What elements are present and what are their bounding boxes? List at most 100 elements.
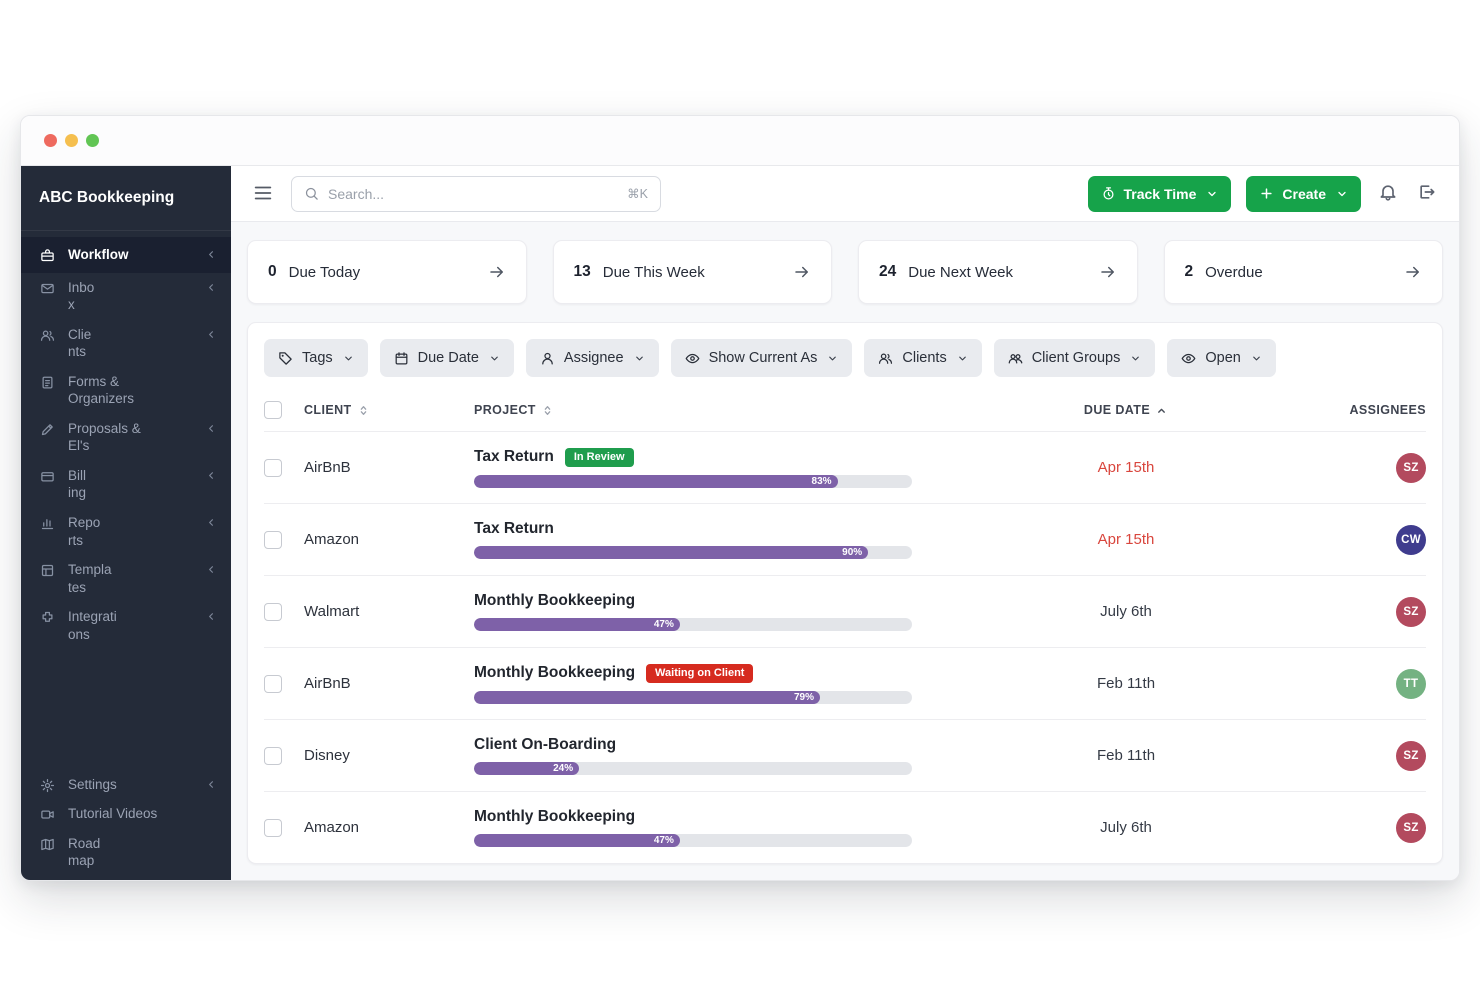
column-header-project[interactable]: PROJECT xyxy=(474,403,976,417)
project-name[interactable]: Client On-Boarding xyxy=(474,736,616,754)
assignee-avatar: SZ xyxy=(1396,741,1426,771)
mail-icon xyxy=(40,281,55,296)
filter-dropdown[interactable]: Due Date xyxy=(380,339,514,377)
sidebar-item[interactable]: Settings xyxy=(21,770,231,800)
summary-card[interactable]: 24 Due Next Week xyxy=(858,240,1138,304)
filter-dropdown[interactable]: Clients xyxy=(864,339,981,377)
search-box: ⌘K xyxy=(291,176,661,212)
filter-label: Assignee xyxy=(564,350,624,366)
table-row[interactable]: Disney Client On-Boarding 24% xyxy=(264,719,1426,791)
sort-asc-icon xyxy=(1155,404,1168,417)
maximize-window-button[interactable] xyxy=(86,134,99,147)
sidebar-item-label: Road map xyxy=(68,835,217,870)
column-header-due-date[interactable]: DUE DATE xyxy=(976,403,1276,417)
assignees-header-label: ASSIGNEES xyxy=(1349,403,1426,417)
map-icon xyxy=(40,837,55,852)
card-count: 13 xyxy=(574,263,591,281)
progress-label: 90% xyxy=(842,547,862,558)
project-header-label: PROJECT xyxy=(474,403,536,417)
status-badge: In Review xyxy=(565,448,634,467)
sidebar-item[interactable]: Tutorial Videos xyxy=(21,799,231,829)
notifications-button[interactable] xyxy=(1376,182,1400,206)
table-row[interactable]: AirBnB Tax Return In Review 83% xyxy=(264,431,1426,503)
row-checkbox[interactable] xyxy=(264,819,282,837)
track-time-label: Track Time xyxy=(1124,186,1197,202)
gear-icon xyxy=(40,778,55,793)
app-brand: ABC Bookkeeping xyxy=(21,166,231,231)
user-group-icon xyxy=(1008,351,1023,366)
topbar: ⌘K Track Time Create xyxy=(231,166,1459,222)
search-input[interactable] xyxy=(328,186,618,202)
card-count: 2 xyxy=(1185,263,1194,281)
workflow-panel: Tags Due Date xyxy=(247,322,1443,864)
menu-button[interactable] xyxy=(251,182,275,206)
column-header-client[interactable]: CLIENT xyxy=(304,403,474,417)
sidebar-item[interactable]: Repo rts xyxy=(21,508,231,555)
sidebar-item-label: Forms & Organizers xyxy=(68,373,217,408)
sidebar-item-label: Templa tes xyxy=(68,561,193,596)
summary-card[interactable]: 13 Due This Week xyxy=(553,240,833,304)
sidebar-item-label: Bill ing xyxy=(68,467,193,502)
puzzle-icon xyxy=(40,610,55,625)
summary-card[interactable]: 0 Due Today xyxy=(247,240,527,304)
filter-dropdown[interactable]: Client Groups xyxy=(994,339,1156,377)
chevron-down-icon xyxy=(827,353,838,364)
client-name: Amazon xyxy=(304,531,474,548)
table-row[interactable]: Amazon Tax Return 90% xyxy=(264,503,1426,575)
app-window: ABC Bookkeeping Workflow Inbo x xyxy=(20,115,1460,881)
table-row[interactable]: Amazon Monthly Bookkeeping 47% xyxy=(264,791,1426,863)
project-name[interactable]: Tax Return xyxy=(474,448,554,466)
arrow-right-icon[interactable] xyxy=(793,263,811,281)
close-window-button[interactable] xyxy=(44,134,57,147)
sidebar-item[interactable]: Proposals & El's xyxy=(21,414,231,461)
summary-card[interactable]: 2 Overdue xyxy=(1164,240,1444,304)
filter-dropdown[interactable]: Tags xyxy=(264,339,368,377)
sidebar-item[interactable]: Integrati ons xyxy=(21,602,231,649)
filter-dropdown[interactable]: Open xyxy=(1167,339,1275,377)
row-checkbox[interactable] xyxy=(264,603,282,621)
table-row[interactable]: Walmart Monthly Bookkeeping 47% xyxy=(264,575,1426,647)
chevron-down-icon xyxy=(489,353,500,364)
chevron-left-icon xyxy=(206,329,217,340)
row-checkbox[interactable] xyxy=(264,675,282,693)
table-row[interactable]: AirBnB Monthly Bookkeeping Waiting on Cl… xyxy=(264,647,1426,719)
sidebar-item[interactable]: Workflow xyxy=(21,237,231,273)
filter-bar: Tags Due Date xyxy=(264,339,1426,377)
due-date: Feb 11th xyxy=(976,747,1276,764)
chevron-left-icon xyxy=(206,423,217,434)
logout-button[interactable] xyxy=(1415,182,1439,206)
sidebar-item[interactable]: Inbo x xyxy=(21,273,231,320)
chevron-down-icon xyxy=(343,353,354,364)
project-name[interactable]: Monthly Bookkeeping xyxy=(474,808,635,826)
sidebar-item-label: Integrati ons xyxy=(68,608,193,643)
sidebar-item[interactable]: Bill ing xyxy=(21,461,231,508)
arrow-right-icon[interactable] xyxy=(488,263,506,281)
sidebar-item[interactable]: Templa tes xyxy=(21,555,231,602)
sidebar-item[interactable]: Clie nts xyxy=(21,320,231,367)
track-time-button[interactable]: Track Time xyxy=(1088,176,1232,212)
project-name[interactable]: Monthly Bookkeeping xyxy=(474,592,635,610)
sidebar-item[interactable]: Road map xyxy=(21,829,231,876)
plus-icon xyxy=(1259,186,1274,201)
row-checkbox[interactable] xyxy=(264,531,282,549)
search-shortcut: ⌘K xyxy=(627,186,648,201)
sidebar-item-label: Clie nts xyxy=(68,326,193,361)
progress-label: 47% xyxy=(654,835,674,846)
arrow-right-icon[interactable] xyxy=(1404,263,1422,281)
card-label: Overdue xyxy=(1205,264,1263,281)
select-all-checkbox[interactable] xyxy=(264,401,282,419)
project-name[interactable]: Monthly Bookkeeping xyxy=(474,664,635,682)
sidebar-item-label: Inbo x xyxy=(68,279,193,314)
forms-icon xyxy=(40,375,55,390)
search-icon xyxy=(304,186,319,201)
minimize-window-button[interactable] xyxy=(65,134,78,147)
create-button[interactable]: Create xyxy=(1246,176,1361,212)
project-name[interactable]: Tax Return xyxy=(474,520,554,538)
filter-dropdown[interactable]: Assignee xyxy=(526,339,659,377)
arrow-right-icon[interactable] xyxy=(1099,263,1117,281)
filter-label: Open xyxy=(1205,350,1240,366)
sidebar-item[interactable]: Forms & Organizers xyxy=(21,367,231,414)
filter-dropdown[interactable]: Show Current As xyxy=(671,339,853,377)
row-checkbox[interactable] xyxy=(264,459,282,477)
row-checkbox[interactable] xyxy=(264,747,282,765)
